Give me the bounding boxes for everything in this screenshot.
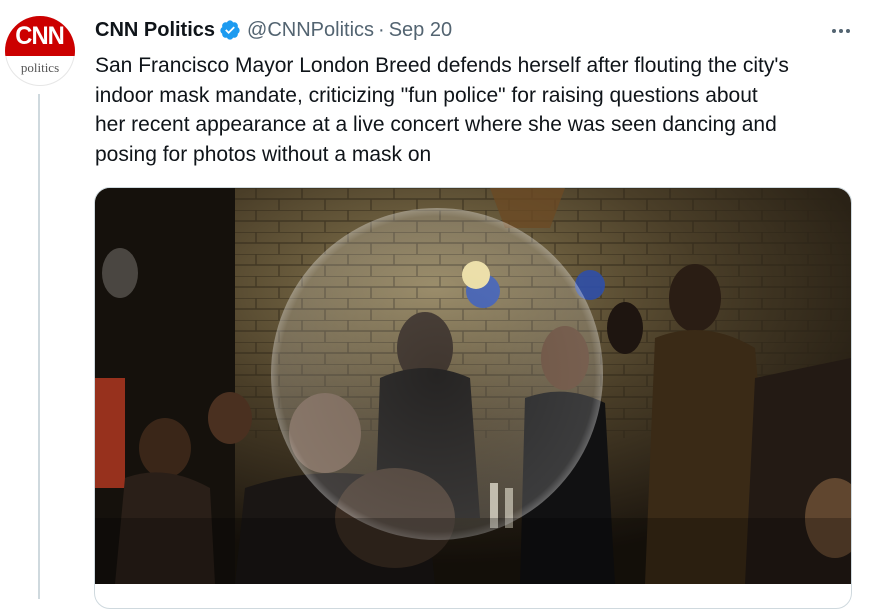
author-name[interactable]: CNN Politics [95,19,215,42]
more-horizontal-icon[interactable] [828,18,854,44]
tweet-text: San Francisco Mayor London Breed defends… [95,54,789,166]
verified-badge-icon [219,19,241,41]
avatar-subtitle: politics [20,60,60,75]
tweet[interactable]: CNN politics CNN Politics @CNNPolitics ·… [0,0,872,609]
media-card[interactable] [94,187,852,609]
separator-dot: · [378,18,385,41]
tweet-video-thumbnail[interactable] [95,188,851,584]
thread-line [38,94,40,599]
author-handle[interactable]: @CNNPolitics [247,19,374,42]
avatar-logo: CNN [5,16,75,56]
tweet-date[interactable]: Sep 20 [389,19,452,42]
tweet-header: CNN Politics @CNNPolitics · Sep 20 [95,16,452,44]
avatar-brand: CNN [15,21,66,50]
avatar[interactable]: CNN politics [5,16,75,86]
